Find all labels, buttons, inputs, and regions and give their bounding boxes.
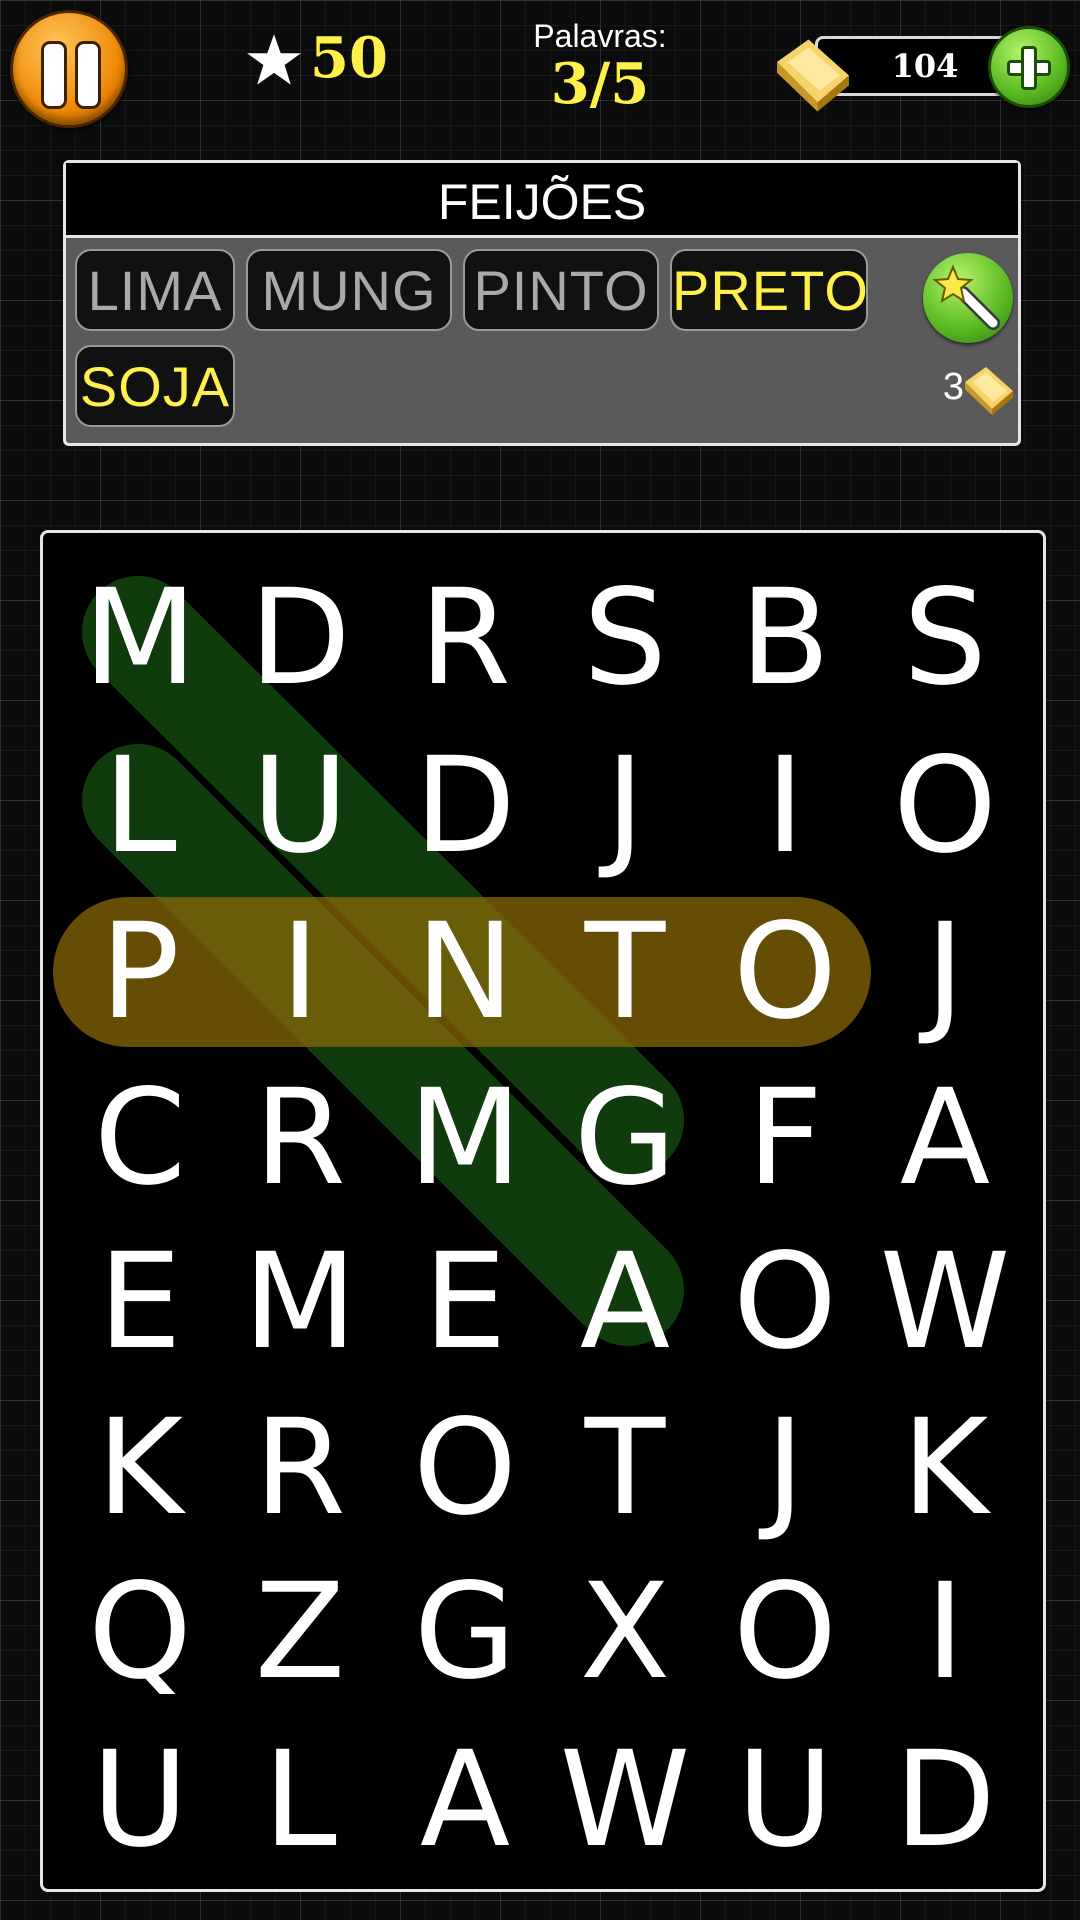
grid-cell-r2c4[interactable]: J — [545, 740, 705, 872]
grid-cell-r6c2[interactable]: R — [220, 1402, 380, 1534]
grid-cell-r5c6[interactable]: W — [865, 1236, 1025, 1368]
grid-cell-r1c5[interactable]: B — [705, 572, 865, 704]
grid-cell-r6c4[interactable]: T — [545, 1402, 705, 1534]
grid-cell-r6c5[interactable]: J — [705, 1402, 865, 1534]
grid-cell-r3c4[interactable]: T — [545, 906, 705, 1038]
grid-cell-r5c1[interactable]: E — [60, 1236, 220, 1368]
grid-cell-r4c1[interactable]: C — [60, 1072, 220, 1204]
grid-cell-r4c3[interactable]: M — [385, 1072, 545, 1204]
grid-cell-r7c4[interactable]: X — [545, 1566, 705, 1698]
grid-cell-r1c4[interactable]: S — [545, 572, 705, 704]
grid-cell-r2c2[interactable]: U — [220, 740, 380, 872]
grid-cell-r4c2[interactable]: R — [220, 1072, 380, 1204]
grid-cell-r3c1[interactable]: P — [60, 906, 220, 1038]
grid-cell-r7c5[interactable]: O — [705, 1566, 865, 1698]
grid-cell-r3c6[interactable]: J — [865, 906, 1025, 1038]
grid-cell-r6c6[interactable]: K — [865, 1402, 1025, 1534]
grid-cell-r6c3[interactable]: O — [385, 1402, 545, 1534]
grid-cell-r5c5[interactable]: O — [705, 1236, 865, 1368]
grid-cell-r7c2[interactable]: Z — [220, 1566, 380, 1698]
grid-cell-r7c6[interactable]: I — [865, 1566, 1025, 1698]
grid-cell-r8c3[interactable]: A — [385, 1734, 545, 1866]
grid-cell-r7c3[interactable]: G — [385, 1566, 545, 1698]
grid-cell-r6c1[interactable]: K — [60, 1402, 220, 1534]
grid-cell-r2c6[interactable]: O — [865, 740, 1025, 872]
grid-cell-r3c2[interactable]: I — [220, 906, 380, 1038]
grid-cell-r2c3[interactable]: D — [385, 740, 545, 872]
grid-cell-r4c5[interactable]: F — [705, 1072, 865, 1204]
grid-cell-r3c3[interactable]: N — [385, 906, 545, 1038]
grid-cell-r8c2[interactable]: L — [220, 1734, 380, 1866]
grid-cell-r4c4[interactable]: G — [545, 1072, 705, 1204]
grid-cell-r4c6[interactable]: A — [865, 1072, 1025, 1204]
grid-cell-r5c3[interactable]: E — [385, 1236, 545, 1368]
grid-cell-r8c5[interactable]: U — [705, 1734, 865, 1866]
grid-cell-r5c4[interactable]: A — [545, 1236, 705, 1368]
grid-cell-r5c2[interactable]: M — [220, 1236, 380, 1368]
grid-cell-r1c2[interactable]: D — [220, 572, 380, 704]
grid-cell-r7c1[interactable]: Q — [60, 1566, 220, 1698]
grid-cell-r1c1[interactable]: M — [60, 572, 220, 704]
grid-cell-r8c1[interactable]: U — [60, 1734, 220, 1866]
grid-cell-r8c6[interactable]: D — [865, 1734, 1025, 1866]
grid-cell-r3c5[interactable]: O — [705, 906, 865, 1038]
grid-cell-r2c5[interactable]: I — [705, 740, 865, 872]
grid-cell-r1c6[interactable]: S — [865, 572, 1025, 704]
grid-cell-r2c1[interactable]: L — [60, 740, 220, 872]
grid-cell-r8c4[interactable]: W — [545, 1734, 705, 1866]
grid-cell-r1c3[interactable]: R — [385, 572, 545, 704]
